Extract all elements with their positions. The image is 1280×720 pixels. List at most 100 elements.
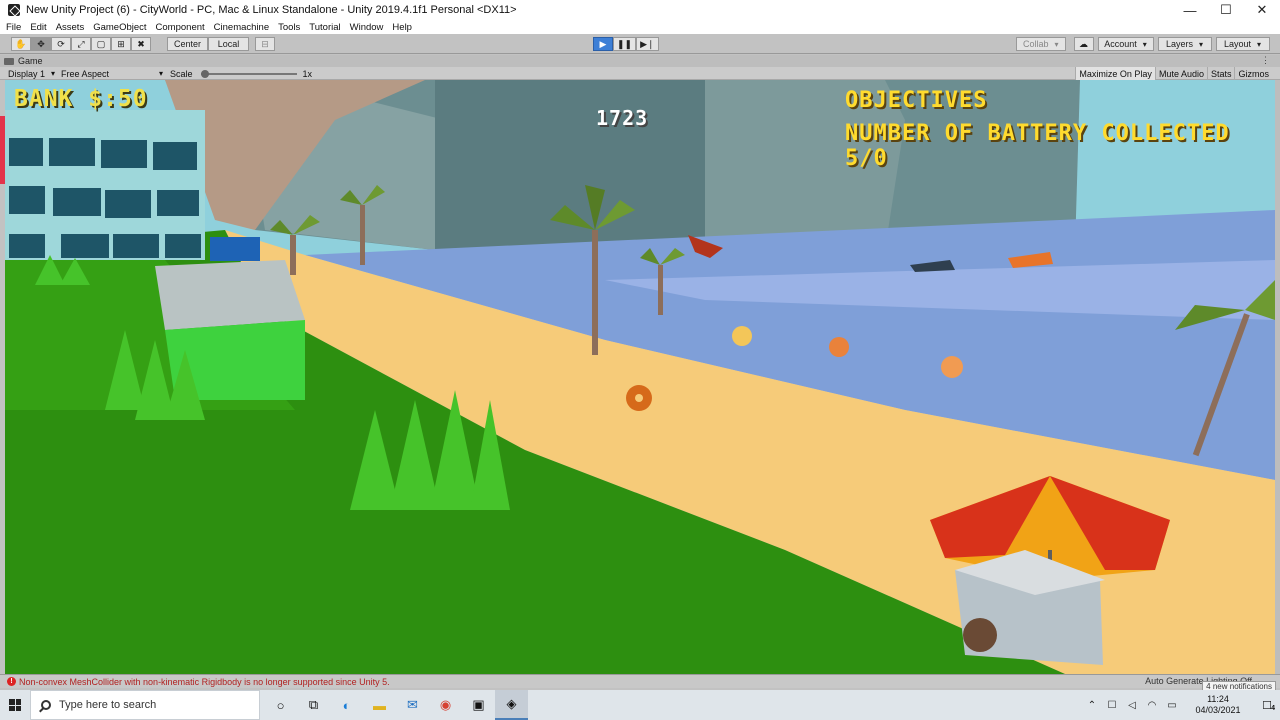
menu-help[interactable]: Help [392, 22, 412, 33]
rect-tool-icon[interactable]: ▢ [91, 37, 111, 51]
camera-icon [4, 57, 14, 65]
tab-menu-icon[interactable]: ⋮ [1261, 55, 1270, 66]
system-tray: ⌃ ☐ ◁ ◠ ▭ 11:24 04/03/2021 ☐ 4 [1082, 690, 1280, 720]
scale-tool-icon[interactable]: ⤢ [71, 37, 91, 51]
network-icon[interactable]: ☐ [1104, 700, 1120, 711]
rotate-tool-icon[interactable]: ⟳ [51, 37, 71, 51]
scale-slider[interactable] [200, 69, 297, 78]
menu-gameobject[interactable]: GameObject [93, 22, 146, 33]
unity-icon [8, 4, 20, 16]
menu-tutorial[interactable]: Tutorial [309, 22, 340, 33]
shed-roof [155, 260, 305, 330]
scrollbar[interactable] [1275, 80, 1280, 674]
tab-game[interactable]: Game [4, 55, 43, 67]
score-counter: 1723 [596, 106, 649, 130]
play-button[interactable]: ▶ [593, 37, 613, 51]
taskbar-search[interactable]: Type here to search [30, 690, 260, 720]
menu-assets[interactable]: Assets [56, 22, 85, 33]
cortana-icon[interactable]: ○ [264, 690, 297, 720]
pause-button[interactable]: ❚❚ [613, 37, 637, 51]
main-toolbar: ✋ ✥ ⟳ ⤢ ▢ ⊞ ✖ Center Local ⊟ ▶ ❚❚ ▶❘ Col… [0, 34, 1280, 54]
clock[interactable]: 11:24 04/03/2021 [1188, 694, 1248, 716]
gizmos-dropdown[interactable]: Gizmos [1234, 67, 1272, 80]
side-marker [0, 116, 5, 184]
beach-ball-2 [829, 337, 849, 357]
transform-tool-icon[interactable]: ⊞ [111, 37, 131, 51]
pivot-tools: Center Local ⊟ [167, 37, 275, 51]
notification-center-icon[interactable]: ☐ 4 [1254, 690, 1280, 720]
edge-icon[interactable]: ◐ [330, 690, 363, 720]
objectives-battery: NUMBER OF BATTERY COLLECTED 5/0 [845, 121, 1230, 171]
game-view-toggles: Maximize On Play Mute Audio Stats Gizmos [1075, 67, 1272, 80]
pivot-center-button[interactable]: Center [167, 37, 208, 51]
beach-ball-3 [941, 356, 963, 378]
taskbar-apps: ○ ⧉ ◐ ▬ ✉ ◉ ▣ ◈ [264, 690, 528, 720]
transform-tools: ✋ ✥ ⟳ ⤢ ▢ ⊞ ✖ [11, 37, 151, 51]
close-button[interactable]: ✕ [1244, 0, 1280, 20]
notification-count: 4 [1271, 705, 1275, 712]
search-icon [41, 700, 51, 710]
window-controls: — ☐ ✕ [1172, 0, 1280, 20]
unity-taskbar-icon[interactable]: ◈ [495, 690, 528, 720]
cloud-icon[interactable]: ☁ [1073, 37, 1094, 51]
wifi-icon[interactable]: ◠ [1144, 700, 1160, 711]
cart-wheel [963, 618, 997, 652]
windows-logo-icon [9, 699, 21, 711]
game-viewport[interactable]: BANK $:50 1723 OBJECTIVES NUMBER OF BATT… [5, 80, 1275, 674]
menu-window[interactable]: Window [350, 22, 384, 33]
volume-icon[interactable]: ◁ [1124, 700, 1140, 711]
menu-component[interactable]: Component [156, 22, 205, 33]
hand-tool-icon[interactable]: ✋ [11, 37, 31, 51]
chevron-down-icon: ▾ [158, 69, 163, 78]
search-placeholder: Type here to search [59, 699, 157, 711]
menu-cinemachine[interactable]: Cinemachine [214, 22, 269, 33]
console-message[interactable]: Non-convex MeshCollider with non-kinemat… [19, 677, 390, 687]
bank-label: BANK $:50 [14, 86, 148, 112]
account-dropdown[interactable]: Account [1097, 37, 1154, 51]
scale-label: Scale [170, 68, 193, 79]
maximize-button[interactable]: ☐ [1208, 0, 1244, 20]
tab-game-label: Game [18, 56, 43, 66]
title-bar: New Unity Project (6) - CityWorld - PC, … [0, 0, 1280, 20]
file-explorer-icon[interactable]: ▬ [363, 690, 396, 720]
aspect-dropdown[interactable]: Free Aspect ▾ [61, 67, 163, 80]
scale-slider-knob[interactable] [200, 69, 209, 78]
menu-edit[interactable]: Edit [30, 22, 46, 33]
start-button[interactable] [0, 690, 30, 720]
clock-time: 11:24 [1207, 694, 1229, 704]
blue-crate [210, 237, 260, 261]
console-status-bar[interactable]: ! Non-convex MeshCollider with non-kinem… [0, 674, 1280, 688]
aspect-label: Free Aspect [61, 68, 110, 79]
objectives-title: OBJECTIVES [845, 88, 988, 113]
layers-dropdown[interactable]: Layers [1157, 37, 1212, 51]
task-view-icon[interactable]: ⧉ [297, 690, 330, 720]
scale-value: 1x [302, 68, 313, 79]
step-button[interactable]: ▶❘ [636, 37, 659, 51]
collab-dropdown[interactable]: Collab [1016, 37, 1066, 51]
stats-toggle[interactable]: Stats [1206, 67, 1235, 80]
maximize-on-play-toggle[interactable]: Maximize On Play [1075, 67, 1155, 80]
pivot-local-button[interactable]: Local [208, 37, 249, 51]
store-icon[interactable]: ▣ [462, 690, 495, 720]
game-view-toolbar: Display 1 Free Aspect ▾ Scale 1x Maximiz… [0, 67, 1280, 80]
menu-file[interactable]: File [6, 22, 21, 33]
collab-group: Collab ☁ Account Layers Layout [1016, 37, 1270, 51]
game-tab-strip: Game ⋮ [0, 55, 1280, 67]
battery-icon[interactable]: ▭ [1164, 700, 1180, 711]
donut-hole [635, 394, 643, 402]
scale-control: Scale 1x [170, 67, 312, 80]
display-dropdown[interactable]: Display 1 [8, 67, 55, 80]
chrome-icon[interactable]: ◉ [429, 690, 462, 720]
snap-icon[interactable]: ⊟ [255, 37, 275, 51]
window-title: New Unity Project (6) - CityWorld - PC, … [26, 4, 517, 16]
custom-tool-icon[interactable]: ✖ [131, 37, 151, 51]
chevron-up-icon[interactable]: ⌃ [1084, 700, 1100, 711]
layout-dropdown[interactable]: Layout [1215, 37, 1270, 51]
minimize-button[interactable]: — [1172, 0, 1208, 20]
move-tool-icon[interactable]: ✥ [31, 37, 51, 51]
error-icon: ! [7, 677, 16, 686]
mail-icon[interactable]: ✉ [396, 690, 429, 720]
beach-ball-1 [732, 326, 752, 346]
menu-tools[interactable]: Tools [278, 22, 300, 33]
mute-audio-toggle[interactable]: Mute Audio [1154, 67, 1207, 80]
